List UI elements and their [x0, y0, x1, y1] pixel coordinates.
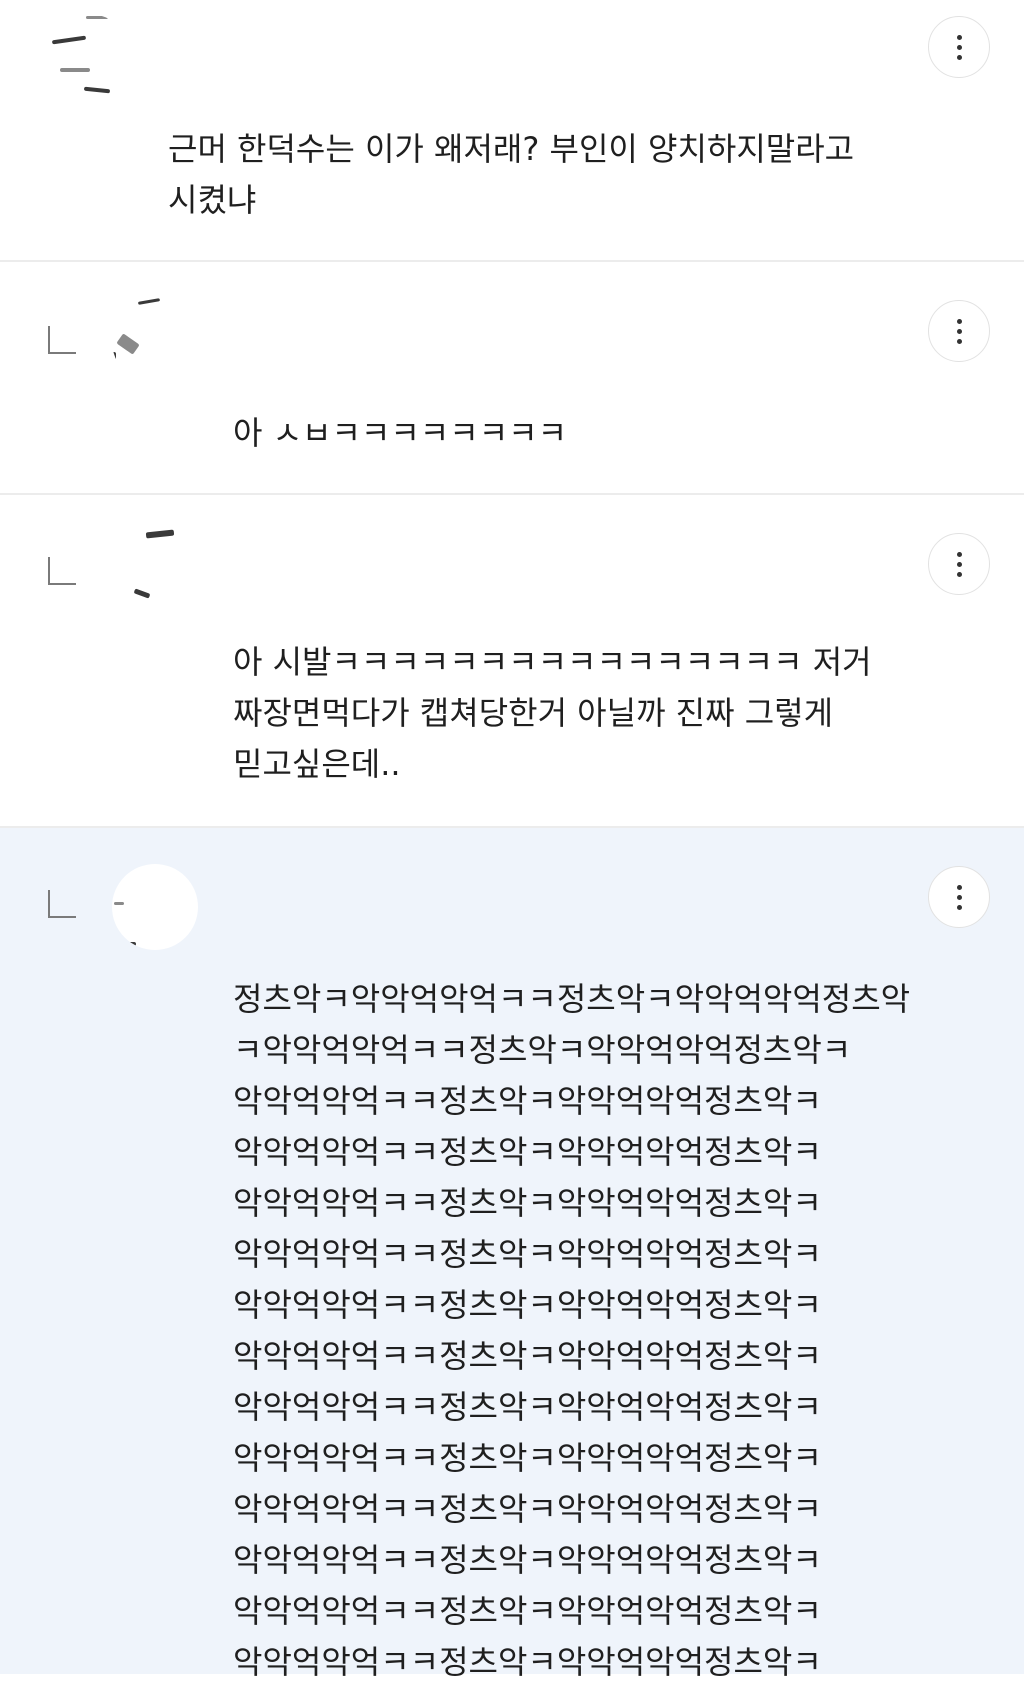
avatar[interactable] [112, 521, 198, 607]
more-vertical-icon [956, 34, 962, 60]
reply-text: 아 시발ㅋㅋㅋㅋㅋㅋㅋㅋㅋㅋㅋㅋㅋㅋㅋㅋ 저거 짜장면먹다가 캡쳐당한거 아닐까… [233, 643, 872, 783]
avatar[interactable] [112, 864, 198, 950]
reply-item: 아 시발ㅋㅋㅋㅋㅋㅋㅋㅋㅋㅋㅋㅋㅋㅋㅋㅋ 저거 짜장면먹다가 캡쳐당한거 아닐까… [0, 495, 1024, 828]
reply-item: 아 ㅅㅂㅋㅋㅋㅋㅋㅋㅋㅋ [0, 262, 1024, 495]
avatar[interactable] [46, 14, 132, 100]
more-options-button[interactable] [928, 16, 990, 78]
comment-item: 근머 한덕수는 이가 왜저래? 부인이 양치하지말라고 시켰냐 [0, 0, 1024, 262]
reply-arrow-icon [48, 326, 76, 354]
more-vertical-icon [956, 318, 962, 344]
more-options-button[interactable] [928, 866, 990, 928]
more-vertical-icon [956, 551, 962, 577]
reply-text: 정츠악ㅋ악악억악억ㅋㅋ정츠악ㅋ악악억악억정츠악 ㅋ악악억악억ㅋㅋ정츠악ㅋ악악억악… [233, 980, 911, 1681]
reply-arrow-icon [48, 890, 76, 918]
more-vertical-icon [956, 884, 962, 910]
reply-text: 아 ㅅㅂㅋㅋㅋㅋㅋㅋㅋㅋ [233, 414, 568, 452]
avatar[interactable] [112, 298, 198, 384]
reply-item: 정츠악ㅋ악악억악억ㅋㅋ정츠악ㅋ악악억악억정츠악 ㅋ악악억악억ㅋㅋ정츠악ㅋ악악억악… [0, 828, 1024, 1681]
reply-arrow-icon [48, 557, 76, 585]
more-options-button[interactable] [928, 300, 990, 362]
comment-text: 근머 한덕수는 이가 왜저래? 부인이 양치하지말라고 시켰냐 [168, 130, 855, 219]
more-options-button[interactable] [928, 533, 990, 595]
